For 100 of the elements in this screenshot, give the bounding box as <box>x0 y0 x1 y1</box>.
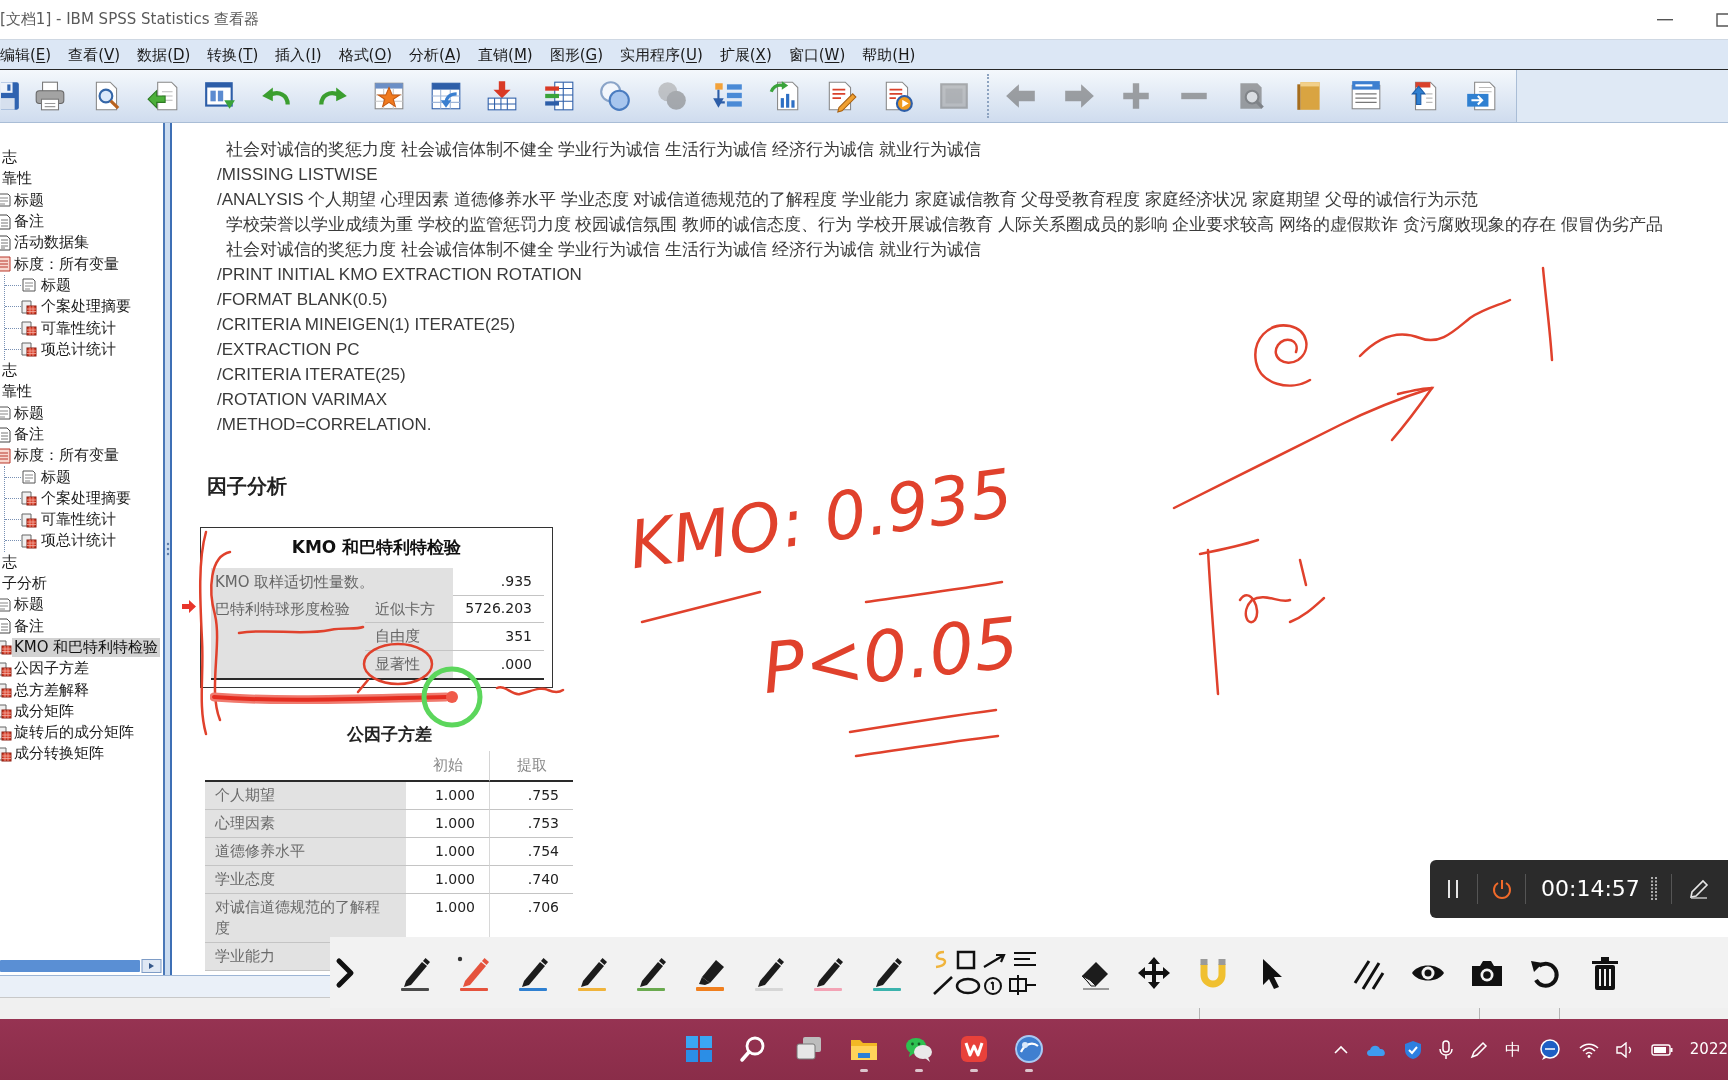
shield-icon[interactable] <box>1403 1039 1422 1060</box>
tree-item[interactable]: 标题 <box>12 595 46 615</box>
menu-item[interactable]: 格式(O) <box>338 44 393 65</box>
syntax-line: /FORMAT BLANK(0.5) <box>217 288 388 311</box>
syntax-line: /ROTATION VARIMAX <box>217 388 387 411</box>
row-label: 学业能力 <box>215 946 275 967</box>
table-book-icon <box>0 745 12 762</box>
table-book-icon <box>21 341 37 358</box>
document-list-icon <box>0 447 12 464</box>
clock-text[interactable]: 2022 <box>1689 1042 1728 1057</box>
menu-item[interactable]: 插入(I) <box>275 44 322 65</box>
row-label: 学业态度 <box>215 869 275 890</box>
menu-item[interactable]: 数据(D) <box>137 44 191 65</box>
syntax-line: 社会对诚信的奖惩力度 社会诚信体制不健全 学业行为诚信 生活行为诚信 经济行为诚信 就业行为诚信 <box>226 138 981 161</box>
menu-item[interactable]: 直销(M) <box>478 44 533 65</box>
tree-item[interactable]: 靠性 <box>0 382 34 402</box>
maximize-icon[interactable] <box>1716 12 1728 27</box>
menu-item[interactable]: 图形(G) <box>549 44 604 65</box>
syntax-line: /PRINT INITIAL KMO EXTRACTION ROTATION <box>217 263 582 286</box>
minimize-icon[interactable] <box>1657 18 1673 21</box>
cell-value: .755 <box>527 786 559 805</box>
pause-icon[interactable] <box>1447 880 1459 898</box>
tree-item[interactable]: 备注 <box>12 212 46 232</box>
menu-item[interactable]: 扩展(X) <box>719 44 772 65</box>
wifi-icon[interactable] <box>1578 1041 1599 1058</box>
sphere-logo-icon[interactable] <box>1014 1033 1044 1064</box>
tree-item[interactable]: 标题 <box>12 403 46 423</box>
tree-item[interactable]: 标题 <box>39 467 73 487</box>
recording-timer: 00:14:57 <box>1541 878 1640 900</box>
row-label: 近似卡方 <box>375 598 435 620</box>
tree-item[interactable]: 标度：所有变量 <box>12 446 121 466</box>
row-label: 道德修养水平 <box>215 841 305 862</box>
syntax-line: /EXTRACTION PC <box>217 338 360 361</box>
column-header: 提取 <box>516 755 547 777</box>
tree-item[interactable]: 项总计统计 <box>39 339 118 359</box>
row-label: 显著性 <box>375 654 420 675</box>
cell-value: .706 <box>527 898 559 917</box>
zigzag-tile-icon[interactable] <box>959 1033 989 1064</box>
tree-item[interactable]: 成分矩阵 <box>12 701 76 721</box>
save-icon[interactable] <box>1 79 22 113</box>
syntax-line: 学校荣誉以学业成绩为重 学校的监管惩罚力度 校园诚信氛围 教师的诚信态度、行为 学校开展诚信教育 人际关系圈成员的影响 企业要求较高 网络的虚假欺诈 贪污腐败现象的存在 假冒伪劣产品 <box>226 213 1663 236</box>
tree-item[interactable]: 备注 <box>12 425 46 444</box>
cell-value: 5726.203 <box>465 599 532 619</box>
current-item-arrow-icon <box>182 600 196 613</box>
table-book-icon <box>21 511 37 528</box>
stylus-icon[interactable] <box>1469 1040 1488 1059</box>
menu-item[interactable]: 实用程序(U) <box>620 44 703 65</box>
syntax-line: /CRITERIA MINEIGEN(1) ITERATE(25) <box>217 313 516 336</box>
tree-item[interactable]: 子分析 <box>0 574 49 594</box>
tree-item[interactable]: 志 <box>0 148 19 168</box>
tree-item[interactable]: 总方差解释 <box>12 680 91 700</box>
column-header: 初始 <box>432 755 463 777</box>
cell-value: .740 <box>527 870 559 889</box>
circles-icon[interactable] <box>598 79 633 113</box>
microphone-icon[interactable] <box>1438 1039 1453 1060</box>
table-title: KMO 和巴特利特检验 <box>291 536 462 560</box>
tree-item[interactable]: 靠性 <box>0 169 34 189</box>
tree-item[interactable]: 个案处理摘要 <box>39 488 133 508</box>
menu-item[interactable]: 帮助(H) <box>862 44 916 65</box>
row-label: 巴特利特球形度检验 <box>215 598 350 620</box>
tree-item[interactable]: 志 <box>0 361 19 381</box>
tree-item[interactable]: 备注 <box>12 616 46 636</box>
horizontal-scrollbar[interactable] <box>0 959 162 973</box>
tree-item[interactable]: KMO 和巴特利特检验 <box>12 637 161 657</box>
tree-item[interactable]: 可靠性统计 <box>39 318 118 338</box>
cell-value: 1.000 <box>434 898 475 917</box>
tree-item[interactable]: 标题 <box>39 275 73 295</box>
menu-item[interactable]: 查看(V) <box>68 44 121 65</box>
document-list-icon <box>0 256 12 273</box>
start-menu-icon[interactable] <box>684 1033 714 1064</box>
menu-item[interactable]: 转换(T) <box>207 44 259 65</box>
tree-item[interactable]: 可靠性统计 <box>39 510 118 530</box>
grip-icon[interactable] <box>165 542 170 556</box>
input-method-indicator[interactable]: 中 <box>1504 1041 1521 1058</box>
tree-item[interactable]: 标题 <box>12 190 46 210</box>
speaker-icon[interactable] <box>1615 1041 1634 1058</box>
tree-item[interactable]: 公因子方差 <box>12 659 91 679</box>
menu-item[interactable]: 分析(A) <box>409 44 462 65</box>
tree-item[interactable]: 志 <box>0 552 19 572</box>
table-book-icon <box>0 703 12 720</box>
power-icon[interactable] <box>1492 879 1512 899</box>
battery-icon[interactable] <box>1650 1042 1673 1057</box>
level-meter-icon <box>1650 876 1657 902</box>
row-label: 心理因素 <box>215 813 275 834</box>
section-heading: 因子分析 <box>207 473 287 500</box>
tree-item[interactable]: 个案处理摘要 <box>39 297 133 317</box>
table-book-icon <box>0 639 12 656</box>
tree-item[interactable]: 标度：所有变量 <box>12 254 121 274</box>
syntax-line: /METHOD=CORRELATION. <box>217 413 432 436</box>
tree-item[interactable]: 旋转后的成分矩阵 <box>12 723 136 743</box>
menu-item[interactable]: 编辑(E) <box>0 44 52 65</box>
menu-item[interactable]: 窗口(W) <box>788 44 846 65</box>
pencil-icon[interactable] <box>1688 879 1709 899</box>
tree-item[interactable]: 成分转换矩阵 <box>12 744 106 764</box>
chevron-up-icon[interactable] <box>1333 1044 1348 1055</box>
tree-item[interactable]: 活动数据集 <box>12 233 91 253</box>
speech-bubble-icon[interactable] <box>1537 1038 1562 1061</box>
tree-item[interactable]: 项总计统计 <box>39 531 118 551</box>
cell-value: 1.000 <box>434 842 475 861</box>
table-book-icon <box>0 682 12 699</box>
